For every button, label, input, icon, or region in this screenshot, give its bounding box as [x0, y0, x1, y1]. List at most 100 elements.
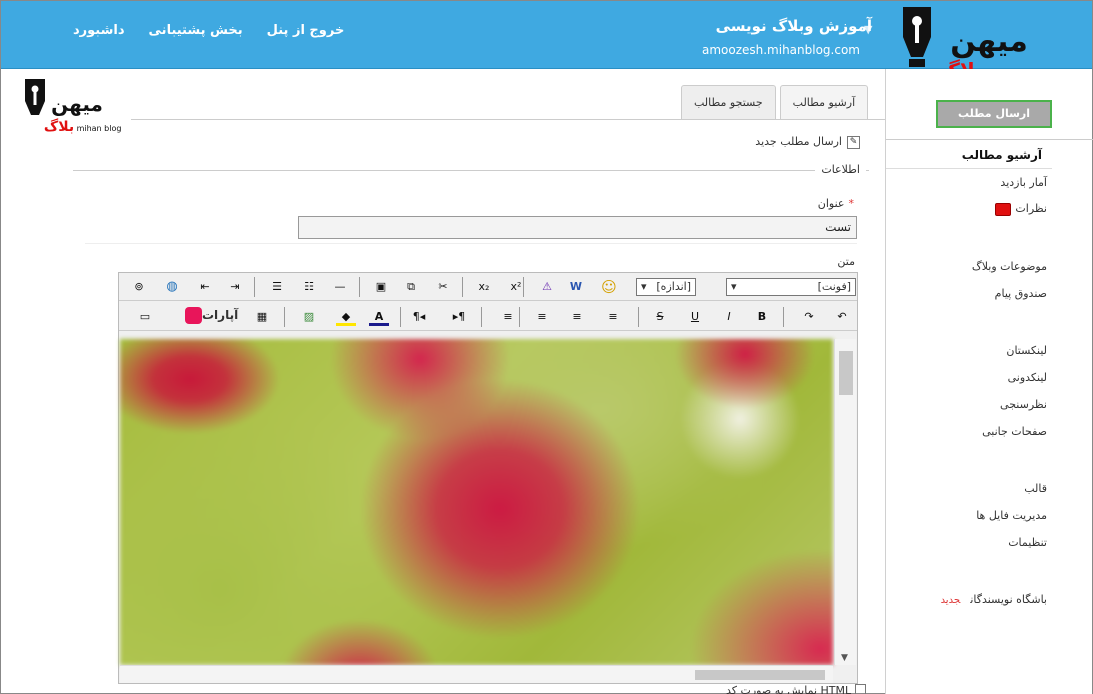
sidebar-divider	[886, 168, 1052, 169]
send-post-button[interactable]: ارسال مطلب	[936, 100, 1052, 128]
new-comments-icon	[995, 202, 1012, 216]
font-select-value: [فونت]	[817, 280, 851, 293]
ltr-icon[interactable]: ▸¶	[449, 308, 469, 326]
sidebar-item-settings[interactable]: تنظیمات	[1008, 536, 1047, 549]
vertical-scrollbar[interactable]: ▼	[834, 339, 856, 665]
toolbar-separator	[481, 307, 482, 327]
strike-icon[interactable]: S	[650, 308, 670, 326]
sidebar-item-links[interactable]: لینکستان	[1006, 344, 1047, 357]
scrollbar-thumb[interactable]	[839, 351, 853, 395]
edit-icon: ✎	[847, 135, 860, 149]
blog-url[interactable]: amoozesh.mihanblog.com	[702, 43, 860, 57]
size-select[interactable]: [اندازه] ▾	[636, 278, 696, 296]
video-icon[interactable]: ▭	[135, 308, 155, 326]
logout-link[interactable]: خروج از پنل	[267, 23, 345, 38]
toolbar-separator	[523, 277, 524, 297]
sidebar-item-files[interactable]: مدیریت فایل ها	[976, 509, 1047, 522]
justify-icon[interactable]: ≡	[498, 308, 518, 326]
toolbar-separator	[400, 307, 401, 327]
svg-text:میهن: میهن	[950, 24, 1028, 59]
undo-icon[interactable]: ↶	[832, 308, 852, 326]
indent-icon[interactable]: ⇤	[195, 278, 215, 296]
html-mode-checkbox[interactable]	[855, 684, 867, 694]
aparat-button[interactable]: آپارات	[183, 307, 238, 324]
tab-archive[interactable]: آرشیو مطالب	[779, 85, 869, 120]
font-color-icon[interactable]: A	[369, 308, 389, 326]
mihanblog-small-logo: میهن بلاگ mihan blog	[25, 79, 122, 135]
italic-icon[interactable]: I	[719, 308, 739, 326]
scrollbar-thumb[interactable]	[695, 670, 825, 680]
toolbar-separator	[462, 277, 463, 297]
title-input[interactable]: تست	[298, 216, 857, 239]
toolbar-separator	[519, 307, 520, 327]
paste-word-icon[interactable]: W	[566, 278, 586, 296]
top-links: داشبورد بخش پشتیبانی خروج از پنل	[73, 23, 344, 38]
scroll-down-icon[interactable]: ▼	[841, 653, 848, 663]
sidebar-item-writers-club[interactable]: باشگاه نویسندگان جدید	[941, 593, 1047, 606]
aparat-label: آپارات	[202, 308, 239, 322]
new-post-label: ارسال مطلب جدید	[755, 135, 842, 148]
blog-title[interactable]: آموزش وبلاگ نویسی	[716, 17, 872, 35]
svg-text:mihan blog: mihan blog	[77, 124, 122, 133]
rtl-icon[interactable]: ¶◂	[409, 308, 429, 326]
editor-toolbar-row-1: [فونت] ▾ [اندازه] ▾ ⊚ ◍ ⇤ ⇥ ☰ ☷ — ▣ ⧉ ✂ x₂ x² ⚠ W ☺	[119, 273, 857, 301]
toolbar-separator	[783, 307, 784, 327]
toolbar-separator	[359, 277, 360, 297]
align-left-icon[interactable]: ≡	[532, 308, 552, 326]
sidebar-item-pages[interactable]: صفحات جانبی	[982, 425, 1047, 438]
sidebar-item-messages[interactable]: صندوق پیام	[995, 287, 1047, 300]
horizontal-scrollbar[interactable]	[120, 665, 833, 683]
emoticon-icon[interactable]: ☺	[599, 278, 619, 296]
tab-search-posts[interactable]: جستجو مطالب	[681, 85, 776, 120]
aparat-icon	[185, 307, 202, 324]
sidebar-divider	[886, 139, 1093, 140]
bold-icon[interactable]: B	[752, 308, 772, 326]
svg-text:بلاگ: بلاگ	[44, 118, 74, 135]
toolbar-separator	[254, 277, 255, 297]
remove-format-icon[interactable]: ⚠	[537, 278, 557, 296]
sidebar-item-comments[interactable]: نظرات	[995, 202, 1047, 216]
align-center-icon[interactable]: ≡	[567, 308, 587, 326]
dashboard-link[interactable]: داشبورد	[73, 23, 125, 38]
outdent-icon[interactable]: ⇥	[225, 278, 245, 296]
svg-text:میهن: میهن	[51, 92, 103, 116]
align-right-icon[interactable]: ≡	[603, 308, 623, 326]
toolbar-separator	[638, 307, 639, 327]
tab-bar: جستجو مطالب آرشیو مطالب	[681, 85, 869, 120]
fieldset-legend: اطلاعات	[815, 163, 866, 176]
toolbar-separator	[284, 307, 285, 327]
web-link-icon[interactable]: ◍	[162, 278, 182, 296]
bullet-list-icon[interactable]: ☰	[267, 278, 287, 296]
sidebar-item-poll[interactable]: نظرسنجی	[1000, 398, 1047, 411]
sidebar-item-template[interactable]: قالب	[1024, 482, 1047, 495]
highlight-color-icon[interactable]: ◆	[336, 308, 356, 326]
image-icon[interactable]: ▨	[299, 308, 319, 326]
sidebar-item-stats[interactable]: آمار بازدید	[1000, 176, 1047, 189]
table-icon[interactable]: ▦	[252, 308, 272, 326]
text-label: متن	[837, 255, 855, 268]
form-divider	[85, 243, 857, 244]
subscript-icon[interactable]: x₂	[474, 278, 494, 296]
editor-toolbar-row-2: آپارات ▭ ▦ ▨ ◆ A ¶◂ ▸¶ ≡ ≡ ≡ ≡ S U I B ↷ ↶	[119, 303, 857, 331]
writers-club-label: باشگاه نویسندگان	[970, 593, 1047, 606]
sidebar-item-archive[interactable]: آرشیو مطالب	[962, 148, 1042, 162]
sidebar-item-linkdoni[interactable]: لینکدونی	[1008, 371, 1047, 384]
editor-content-image[interactable]	[120, 339, 833, 665]
copy-icon[interactable]: ⧉	[401, 278, 421, 296]
html-mode-label: نمایش به صورت کد HTML	[726, 684, 852, 694]
html-mode-toggle[interactable]: نمایش به صورت کد HTML	[726, 684, 867, 694]
sidebar: ارسال مطلب آرشیو مطالب آمار بازدید نظرات…	[885, 69, 1093, 694]
font-select[interactable]: [فونت] ▾	[726, 278, 856, 296]
sidebar-item-categories[interactable]: موضوعات وبلاگ	[972, 260, 1047, 273]
rich-text-editor: [فونت] ▾ [اندازه] ▾ ⊚ ◍ ⇤ ⇥ ☰ ☷ — ▣ ⧉ ✂ x₂ x² ⚠ W ☺ آپار…	[118, 272, 858, 684]
title-label: *عنوان	[818, 197, 854, 210]
horizontal-rule-icon[interactable]: —	[330, 278, 350, 296]
support-link[interactable]: بخش پشتیبانی	[149, 23, 243, 38]
redo-icon[interactable]: ↷	[799, 308, 819, 326]
cut-icon[interactable]: ✂	[433, 278, 453, 296]
numbered-list-icon[interactable]: ☷	[299, 278, 319, 296]
underline-icon[interactable]: U	[685, 308, 705, 326]
size-select-value: [اندازه]	[656, 280, 691, 293]
link-icon[interactable]: ⊚	[129, 278, 149, 296]
paste-icon[interactable]: ▣	[371, 278, 391, 296]
